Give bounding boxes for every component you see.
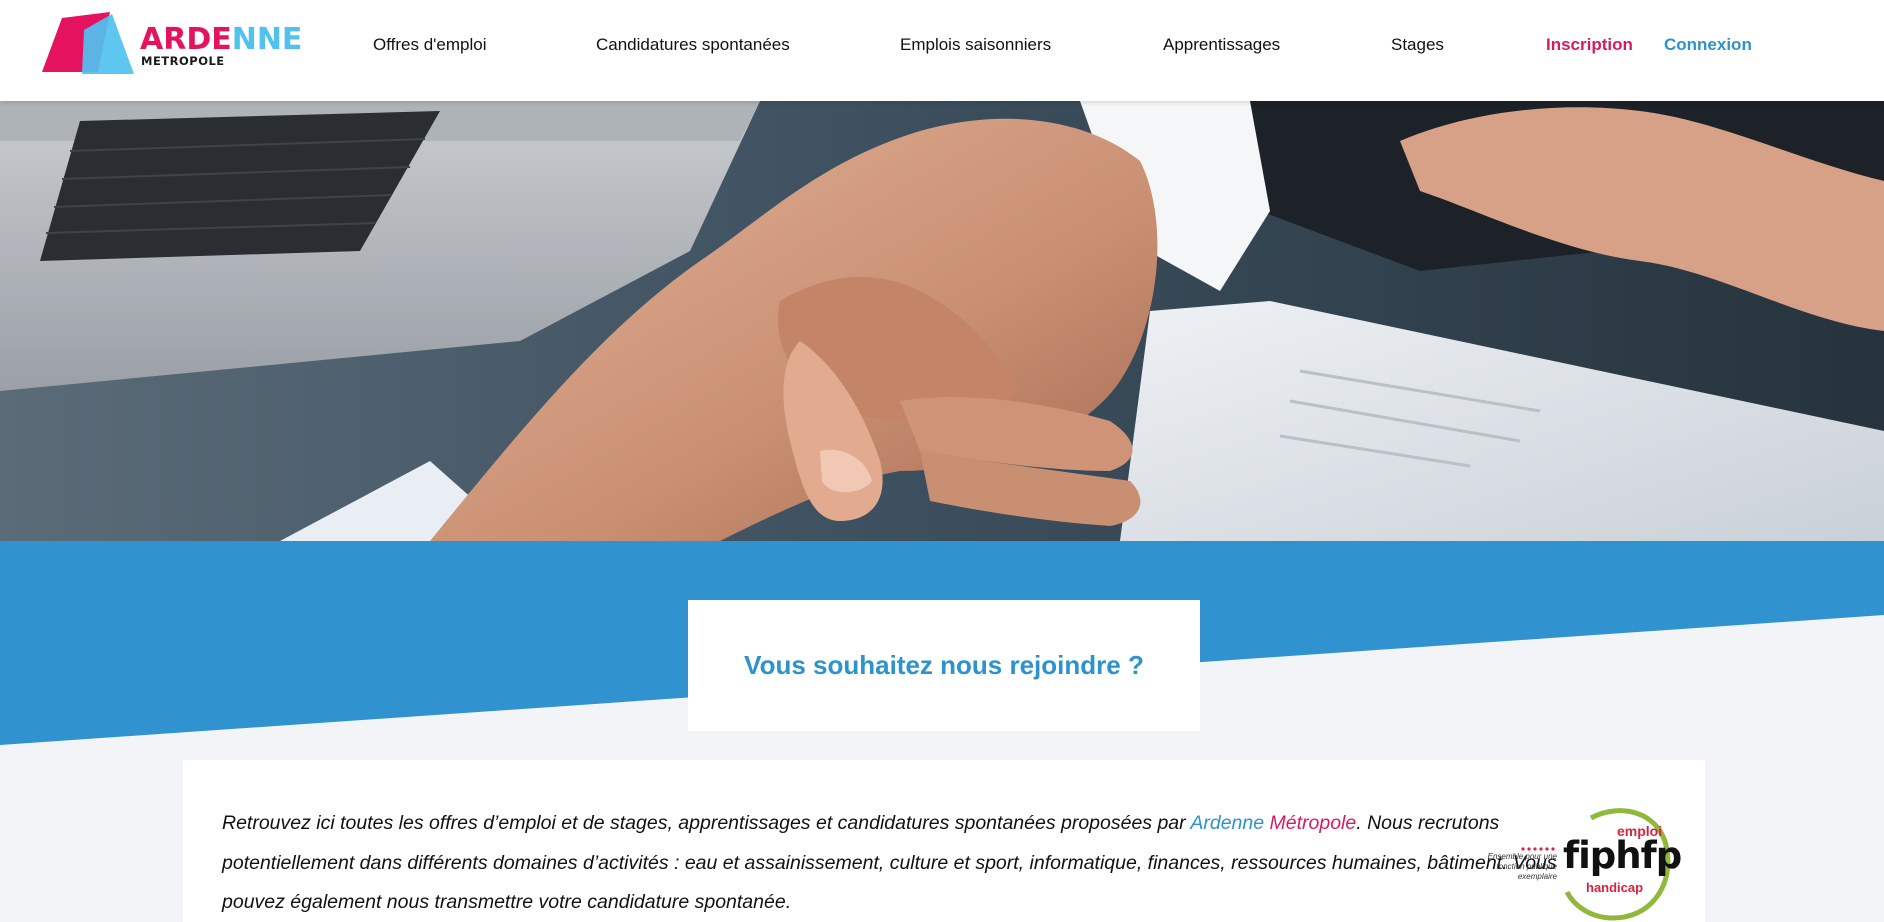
section-title: Vous souhaitez nous rejoindre ? xyxy=(744,650,1144,680)
fiphfp-handicap: handicap xyxy=(1586,880,1644,895)
fiphfp-tagline: Ensemble pour une fonction publique exem… xyxy=(1487,852,1557,881)
nav-spontaneous-applications[interactable]: Candidatures spontanées xyxy=(596,35,790,55)
handshake-image xyxy=(0,101,1884,541)
nav-job-offers[interactable]: Offres d'emploi xyxy=(373,35,486,55)
fiphfp-brand: fiphfp xyxy=(1563,834,1682,877)
ardenne-link[interactable]: Ardenne xyxy=(1190,812,1264,834)
hero-banner xyxy=(0,101,1884,541)
nav-apprenticeships[interactable]: Apprentissages xyxy=(1163,35,1280,55)
signup-link[interactable]: Inscription xyxy=(1546,35,1633,55)
site-header: ARDENNE METROPOLE Offres d'emploi Candid… xyxy=(0,0,1884,101)
main-nav: Offres d'emploi Candidatures spontanées … xyxy=(0,0,1884,90)
nav-seasonal-jobs[interactable]: Emplois saisonniers xyxy=(900,35,1051,55)
fiphfp-logo: emploi fiphfp handicap Ensemble pour une… xyxy=(1481,800,1682,922)
intro-text-before: Retrouvez ici toutes les offres d’emploi… xyxy=(222,812,1191,834)
intro-text: Retrouvez ici toutes les offres d’emploi… xyxy=(222,804,1622,922)
login-link[interactable]: Connexion xyxy=(1664,35,1752,55)
metropole-link[interactable]: Métropole xyxy=(1270,812,1357,834)
intro-card: Retrouvez ici toutes les offres d’emploi… xyxy=(183,760,1705,922)
section-title-card: Vous souhaitez nous rejoindre ? xyxy=(688,600,1200,731)
nav-internships[interactable]: Stages xyxy=(1391,35,1444,55)
